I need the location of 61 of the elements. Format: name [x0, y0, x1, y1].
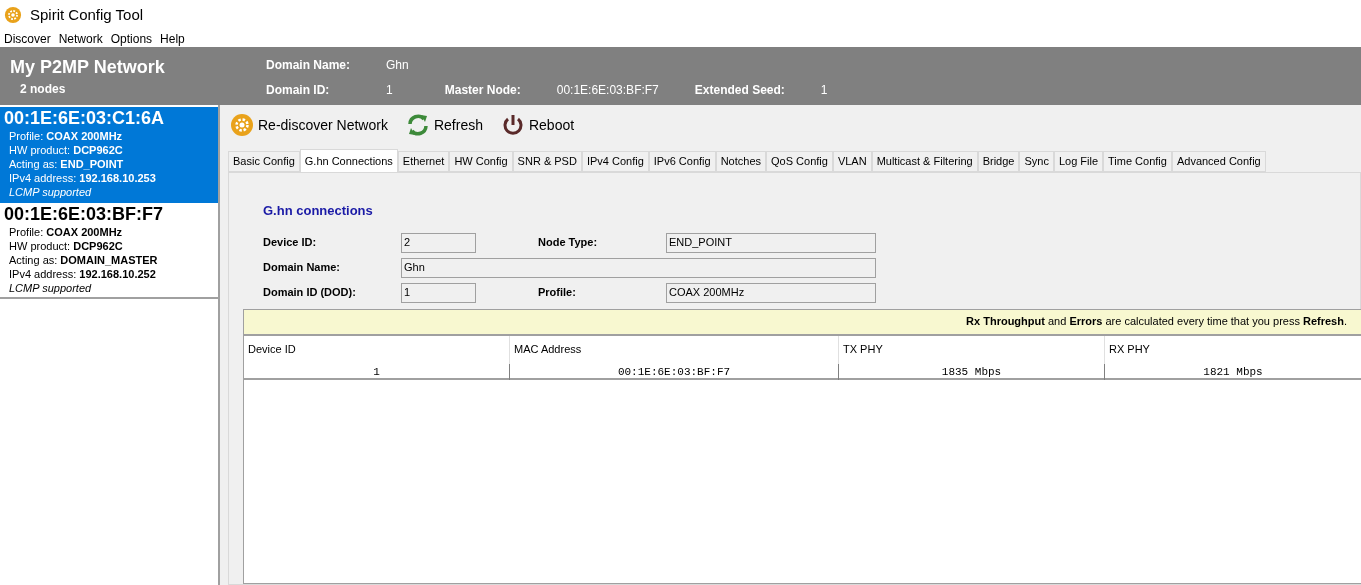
node-detail: Profile: COAX 200MHz: [8, 129, 124, 143]
refresh-icon: [405, 113, 430, 137]
window-title: Spirit Config Tool: [30, 4, 144, 25]
gear-icon: [230, 113, 254, 137]
node-detail: IPv4 address: 192.168.10.253: [8, 171, 157, 185]
tab[interactable]: Basic Config: [228, 151, 300, 172]
field-value: 1: [385, 81, 394, 99]
node-detail: IPv4 address: 192.168.10.252: [8, 267, 157, 281]
tab[interactable]: HW Config: [449, 151, 513, 172]
field-value: 1: [819, 81, 828, 99]
menu-item[interactable]: Discover: [4, 29, 51, 48]
tab[interactable]: Time Config: [1103, 151, 1172, 172]
toolbar-button[interactable]: Refresh: [405, 113, 483, 137]
tab[interactable]: Ethernet: [397, 151, 450, 172]
field-label: Domain ID:: [266, 81, 331, 99]
field-value: 00:1E:6E:03:BF:F7: [555, 81, 659, 99]
table-cell: 1: [244, 363, 510, 380]
menu-item[interactable]: Help: [160, 29, 185, 48]
node-mac: 00:1E:6E:03:C1:6A: [4, 107, 166, 129]
table-cell: 00:1E:6E:03:BF:F7: [510, 363, 839, 380]
menu-item[interactable]: Network: [58, 29, 103, 48]
notice-banner: Rx Throughput and Errors are calculated every time that you press Refresh.: [244, 309, 1361, 336]
node-detail: Profile: COAX 200MHz: [8, 225, 124, 239]
tab[interactable]: IPv4 Config: [581, 151, 649, 172]
field-label: Domain ID (DOD):: [263, 285, 357, 301]
node-mac: 00:1E:6E:03:BF:F7: [4, 203, 165, 225]
tab[interactable]: Advanced Config: [1171, 151, 1266, 172]
table-cell: 1835 Mbps: [839, 363, 1105, 380]
network-name: My P2MP Network: [10, 56, 166, 78]
tab[interactable]: QoS Config: [766, 151, 833, 172]
section-title: G.hn connections: [263, 202, 374, 220]
field-label: Master Node:: [443, 81, 521, 99]
field-label: Domain Name:: [263, 260, 342, 276]
table-cell-text: 1821 Mbps: [1202, 364, 1264, 380]
node-detail: HW product: DCP962C: [8, 239, 124, 253]
tab[interactable]: Notches: [715, 151, 766, 172]
tab[interactable]: Multicast & Filtering: [871, 151, 978, 172]
tab[interactable]: IPv6 Config: [648, 151, 716, 172]
toolbar-button[interactable]: Reboot: [500, 113, 575, 137]
field-label: Domain Name:: [266, 56, 351, 74]
tab[interactable]: G.hn Connections: [299, 149, 398, 173]
node-card[interactable]: 00:1E:6E:03:C1:6A Profile: COAX 200MHz HW product: DCP962C Acting as: END_POINT IPv4 address: 192.168.10.253 LCMP supported: [0, 107, 218, 203]
tab[interactable]: SNR & PSD: [512, 151, 582, 172]
field-value: Ghn: [385, 56, 409, 74]
field-label: Profile:: [538, 285, 577, 301]
node-count: 2 nodes: [19, 81, 67, 98]
field-label: Device ID:: [263, 235, 318, 251]
node-detail: Acting as: END_POINT: [8, 157, 125, 171]
tab[interactable]: Log File: [1053, 151, 1104, 172]
tab[interactable]: Bridge: [977, 151, 1020, 172]
node-detail: HW product: DCP962C: [8, 143, 124, 157]
tab[interactable]: Sync: [1019, 151, 1054, 172]
node-note: LCMP supported: [8, 281, 93, 295]
app-gear-icon: [4, 6, 22, 24]
node-note: LCMP supported: [8, 185, 93, 199]
tab[interactable]: VLAN: [832, 151, 872, 172]
menu-item[interactable]: Options: [110, 29, 153, 48]
field-label: Extended Seed:: [693, 81, 785, 99]
field-label: Node Type:: [538, 235, 599, 251]
toolbar-button[interactable]: Re-discover Network: [230, 113, 388, 137]
node-detail: Acting as: DOMAIN_MASTER: [8, 253, 159, 267]
